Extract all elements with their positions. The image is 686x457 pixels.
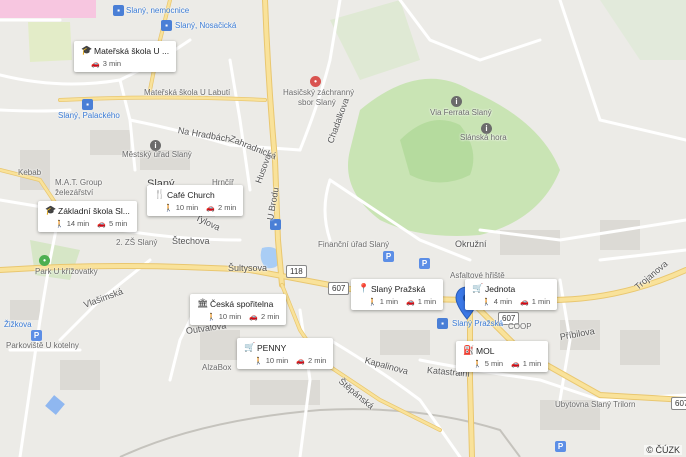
bus-stop-icon[interactable]: ▪ bbox=[82, 99, 93, 110]
place-label: Slaný, nemocnice bbox=[126, 6, 190, 15]
walk-icon: 🚶 bbox=[55, 220, 64, 228]
drive-time: 2 min bbox=[307, 356, 327, 365]
poi-card-mol[interactable]: ⛽ MOL 🚶 5 min 🚗 1 min bbox=[456, 341, 549, 372]
info-icon[interactable]: i bbox=[451, 96, 462, 107]
street-label: Okružní bbox=[455, 239, 487, 249]
place-label: Ubytovna Slaný Trilorn bbox=[555, 400, 636, 409]
parking-icon[interactable]: P bbox=[383, 251, 394, 262]
card-title: Café Church bbox=[167, 189, 215, 200]
car-icon: 🚗 bbox=[206, 204, 215, 212]
drive-time: 1 min bbox=[531, 297, 551, 306]
cart-icon: 🛒 bbox=[244, 342, 256, 352]
park-icon[interactable]: • bbox=[39, 255, 50, 266]
poi-card-materska-skola[interactable]: 🎓 Mateřská škola U ... 🚗 3 min bbox=[74, 41, 177, 72]
walk-time: 10 min bbox=[265, 356, 289, 365]
place-label: Park U křížovatky bbox=[35, 267, 98, 276]
poi-card-zakladni-skola[interactable]: 🎓 Základní škola Sl... 🚶 14 min 🚗 5 min bbox=[38, 201, 137, 232]
car-icon: 🚗 bbox=[520, 298, 529, 306]
restaurant-icon: 🍴 bbox=[154, 189, 166, 199]
place-label: Slaný, Palackého bbox=[58, 111, 120, 120]
place-label: Finanční úřad Slaný bbox=[318, 240, 390, 249]
drive-time: 1 min bbox=[522, 359, 542, 368]
road-number: 607 bbox=[671, 397, 686, 410]
bus-stop-icon[interactable]: ▪ bbox=[437, 318, 448, 329]
hospital-area bbox=[0, 0, 96, 18]
walk-time: 10 min bbox=[218, 312, 242, 321]
poi-card-cafe-church[interactable]: 🍴 Café Church 🚶 10 min 🚗 2 min bbox=[147, 185, 244, 216]
parking-icon[interactable]: P bbox=[419, 258, 430, 269]
car-icon: 🚗 bbox=[97, 220, 106, 228]
car-icon: 🚗 bbox=[296, 357, 305, 365]
poi-card-jednota[interactable]: 🛒 Jednota 🚶 4 min 🚗 1 min bbox=[465, 279, 558, 310]
parking-icon[interactable]: P bbox=[555, 441, 566, 452]
road-number: 118 bbox=[286, 265, 307, 278]
walk-icon: 🚶 bbox=[254, 357, 263, 365]
walk-icon: 🚶 bbox=[207, 313, 216, 321]
drive-time: 5 min bbox=[108, 219, 128, 228]
place-label: 2. ZŠ Slaný bbox=[116, 238, 158, 247]
walk-time: 14 min bbox=[66, 219, 90, 228]
drive-time: 1 min bbox=[417, 297, 437, 306]
location-icon: 📍 bbox=[358, 283, 370, 293]
car-icon: 🚗 bbox=[406, 298, 415, 306]
place-label: Parkoviště U kotelny bbox=[6, 341, 79, 350]
card-title: Česká spořitelna bbox=[210, 298, 274, 309]
bus-stop-icon[interactable]: ▪ bbox=[270, 219, 281, 230]
card-title: Jednota bbox=[485, 283, 516, 294]
place-label: Slaný Pražská bbox=[452, 319, 504, 328]
poi-card-ceska-sporitelna[interactable]: 🏛 Česká spořitelna 🚶 10 min 🚗 2 min bbox=[190, 294, 287, 325]
walk-time: 4 min bbox=[493, 297, 513, 306]
place-label: Hasičský záchranný bbox=[283, 88, 355, 97]
car-icon: 🚗 bbox=[249, 313, 258, 321]
fire-station-icon[interactable]: • bbox=[310, 76, 321, 87]
place-label: M.A.T. Group bbox=[55, 178, 103, 187]
place-label: Slánská hora bbox=[460, 133, 507, 142]
car-icon: 🚗 bbox=[91, 60, 100, 68]
poi-card-slany-prazska[interactable]: 📍 Slaný Pražská 🚶 1 min 🚗 1 min bbox=[351, 279, 444, 310]
card-title: PENNY bbox=[257, 342, 287, 353]
walk-time: 5 min bbox=[484, 359, 504, 368]
car-icon: 🚗 bbox=[511, 360, 520, 368]
street-label: Štechova bbox=[172, 236, 210, 246]
card-title: Slaný Pražská bbox=[371, 283, 426, 294]
place-label: Městský úřad Slaný bbox=[122, 150, 192, 159]
street-label: Šultysova bbox=[228, 263, 268, 273]
fuel-icon: ⛽ bbox=[463, 345, 475, 355]
walk-icon: 🚶 bbox=[164, 204, 173, 212]
place-label: Slaný, Nosačická bbox=[175, 21, 237, 30]
bus-stop-icon[interactable]: ▪ bbox=[161, 20, 172, 31]
card-title: MOL bbox=[476, 345, 495, 356]
drive-time: 2 min bbox=[217, 203, 237, 212]
place-label: Žižkova bbox=[4, 320, 32, 329]
cart-icon: 🛒 bbox=[472, 283, 484, 293]
walk-icon: 🚶 bbox=[473, 360, 482, 368]
walk-icon: 🚶 bbox=[482, 298, 491, 306]
place-label: Mateřská škola U Labutí bbox=[144, 88, 231, 97]
map-copyright: © ČÚZK bbox=[644, 445, 682, 455]
place-label: železářství bbox=[55, 188, 94, 197]
bank-icon: 🏛 bbox=[197, 298, 209, 308]
school-icon: 🎓 bbox=[45, 205, 57, 215]
bus-stop-icon[interactable]: ▪ bbox=[113, 5, 124, 16]
place-label: Kebab bbox=[18, 168, 42, 177]
drive-time: 3 min bbox=[102, 59, 122, 68]
place-label: COOP bbox=[508, 322, 532, 331]
poi-card-penny[interactable]: 🛒 PENNY 🚶 10 min 🚗 2 min bbox=[237, 338, 334, 369]
parking-icon[interactable]: P bbox=[31, 330, 42, 341]
school-icon: 🎓 bbox=[81, 45, 93, 55]
walk-time: 10 min bbox=[175, 203, 199, 212]
walk-icon: 🚶 bbox=[368, 298, 377, 306]
card-title: Základní škola Sl... bbox=[58, 205, 130, 216]
road-number: 607 bbox=[328, 282, 350, 295]
place-label: Via Ferrata Slaný bbox=[430, 108, 492, 117]
card-title: Mateřská škola U ... bbox=[94, 45, 170, 56]
park-area bbox=[28, 22, 72, 62]
place-label: sbor Slaný bbox=[298, 98, 336, 107]
drive-time: 2 min bbox=[260, 312, 280, 321]
place-label: AlzaBox bbox=[202, 363, 232, 372]
walk-time: 1 min bbox=[379, 297, 399, 306]
